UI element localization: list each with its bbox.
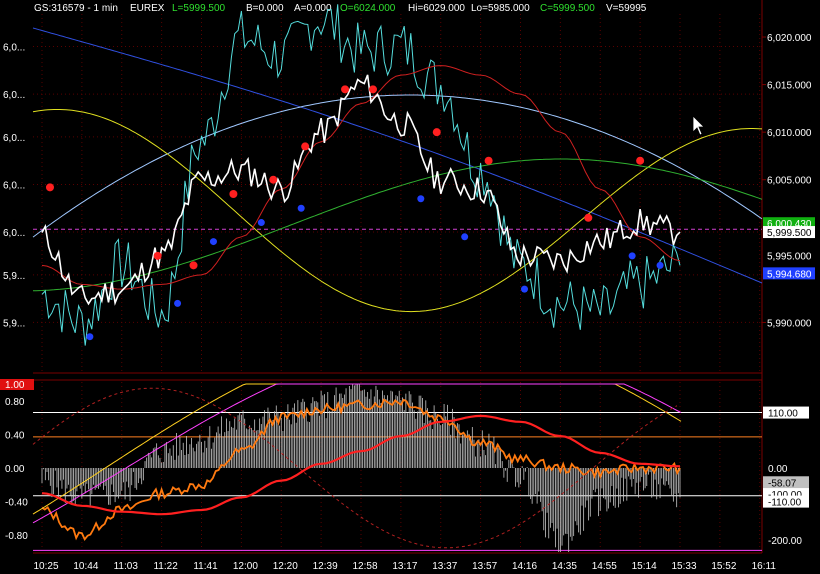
blue-cycle-curve	[32, 27, 763, 284]
osc-left-tick: -0.40	[5, 498, 28, 509]
blue-signal-marker	[656, 261, 664, 269]
time-axis-tick: 14:16	[512, 561, 537, 572]
header-ask: A=0.000	[294, 3, 332, 14]
time-axis-tick: 13:57	[472, 561, 497, 572]
time-axis-tick: 15:14	[632, 561, 657, 572]
red-signal-marker	[432, 128, 441, 137]
header-exchange: EUREX	[130, 3, 165, 14]
arrow-cursor-icon	[692, 115, 705, 136]
time-axis-tick: 11:41	[193, 561, 218, 572]
header-bid: B=0.000	[246, 3, 284, 14]
light-blue-cycle-curve	[32, 94, 763, 238]
header-close: C=5999.500	[540, 3, 595, 14]
osc-right-tag-text: -58.07	[768, 478, 797, 489]
price-left-tick: 6,0...	[3, 43, 25, 54]
price-left-tick: 5,9...	[3, 318, 25, 329]
header-last: L=5999.500	[172, 3, 226, 14]
osc-left-tick: 0.80	[5, 397, 25, 408]
red-signal-marker	[229, 190, 238, 198]
time-axis-tick: 10:44	[73, 561, 98, 572]
blue-signal-marker	[297, 204, 305, 212]
time-axis-tick: 13:17	[392, 561, 417, 572]
blue-signal-marker	[628, 252, 636, 260]
chart-canvas[interactable]: GS:316579 - 1 min EUREX L=5999.500 B=0.0…	[0, 0, 820, 574]
osc-left-tick: -0.80	[5, 531, 28, 542]
price-left-tick: 6,0...	[3, 228, 25, 239]
time-axis-tick: 14:35	[552, 561, 577, 572]
osc-right-tag-text: 0.00	[768, 464, 788, 475]
price-axis-tick: 6,005.000	[767, 176, 812, 187]
blue-signal-marker	[209, 238, 217, 246]
osc-left-tick: 0.40	[5, 430, 25, 441]
price-panel[interactable]	[32, 4, 763, 346]
header-low: Lo=5985.000	[471, 3, 530, 14]
time-axis-tick: 11:03	[114, 561, 139, 572]
oscillator-panel[interactable]	[32, 383, 682, 552]
price-left-tick: 6,0...	[3, 180, 25, 191]
blue-signal-marker	[257, 219, 265, 227]
time-axis-tick: 12:20	[273, 561, 298, 572]
header-high: Hi=6029.000	[408, 3, 465, 14]
osc-right-tag-text: -110.00	[768, 498, 802, 509]
price-grid	[33, 14, 762, 372]
price-axis-tick: 6,020.000	[767, 33, 812, 44]
header-open: O=6024.000	[340, 3, 396, 14]
osc-right-tag-text: -200.00	[768, 536, 802, 547]
red-signal-marker	[368, 85, 377, 94]
red-signal-marker	[189, 261, 198, 270]
osc-right-tag-text: 110.00	[768, 409, 798, 420]
time-axis-tick: 12:58	[352, 561, 377, 572]
red-signal-marker	[153, 251, 162, 260]
time-axis-tick: 15:52	[711, 561, 736, 572]
price-left-tick: 6,0...	[3, 90, 25, 101]
time-axis-tick: 12:00	[233, 561, 258, 572]
red-signal-marker	[341, 85, 350, 94]
red-signal-marker	[301, 142, 310, 151]
red-signal-marker	[636, 156, 645, 165]
red-signal-marker	[484, 156, 493, 165]
blue-signal-marker	[174, 299, 182, 307]
red-signal-marker	[269, 175, 278, 184]
price-left-tick: 6,0...	[3, 133, 25, 144]
time-axis-tick: 16:11	[752, 561, 777, 572]
price-series	[41, 74, 681, 306]
blue-signal-marker	[417, 195, 425, 203]
time-axis-tick: 13:37	[432, 561, 457, 572]
red-signal-marker	[584, 213, 593, 222]
time-axis-tick: 11:22	[153, 561, 178, 572]
price-axis-tick: 6,010.000	[767, 128, 812, 139]
price-tag-text: 5,994.680	[767, 269, 812, 280]
time-axis-tick: 10:25	[33, 561, 58, 572]
time-axis-tick: 12:39	[313, 561, 338, 572]
time-axis-tick: 15:33	[671, 561, 696, 572]
time-axis-tick: 14:55	[592, 561, 617, 572]
blue-signal-marker	[86, 333, 94, 341]
osc-left-tick: 0.00	[5, 464, 25, 475]
price-axis-tick: 6,015.000	[767, 81, 812, 92]
price-left-tick: 5,9...	[3, 271, 25, 282]
price-tag-text: 5,995.000	[767, 251, 812, 262]
header-volume: V=59995	[606, 3, 647, 14]
blue-signal-marker	[520, 285, 528, 293]
price-axis-tick: 5,990.000	[767, 318, 812, 329]
header-bar: GS:316579 - 1 min EUREX L=5999.500 B=0.0…	[34, 3, 647, 14]
osc-top-tag-text: 1.00	[5, 380, 25, 391]
blue-signal-marker	[461, 233, 469, 241]
price-tag-text: 5,999.500	[767, 228, 812, 239]
red-signal-marker	[45, 183, 54, 192]
header-symbol: GS:316579 - 1 min	[34, 3, 118, 14]
